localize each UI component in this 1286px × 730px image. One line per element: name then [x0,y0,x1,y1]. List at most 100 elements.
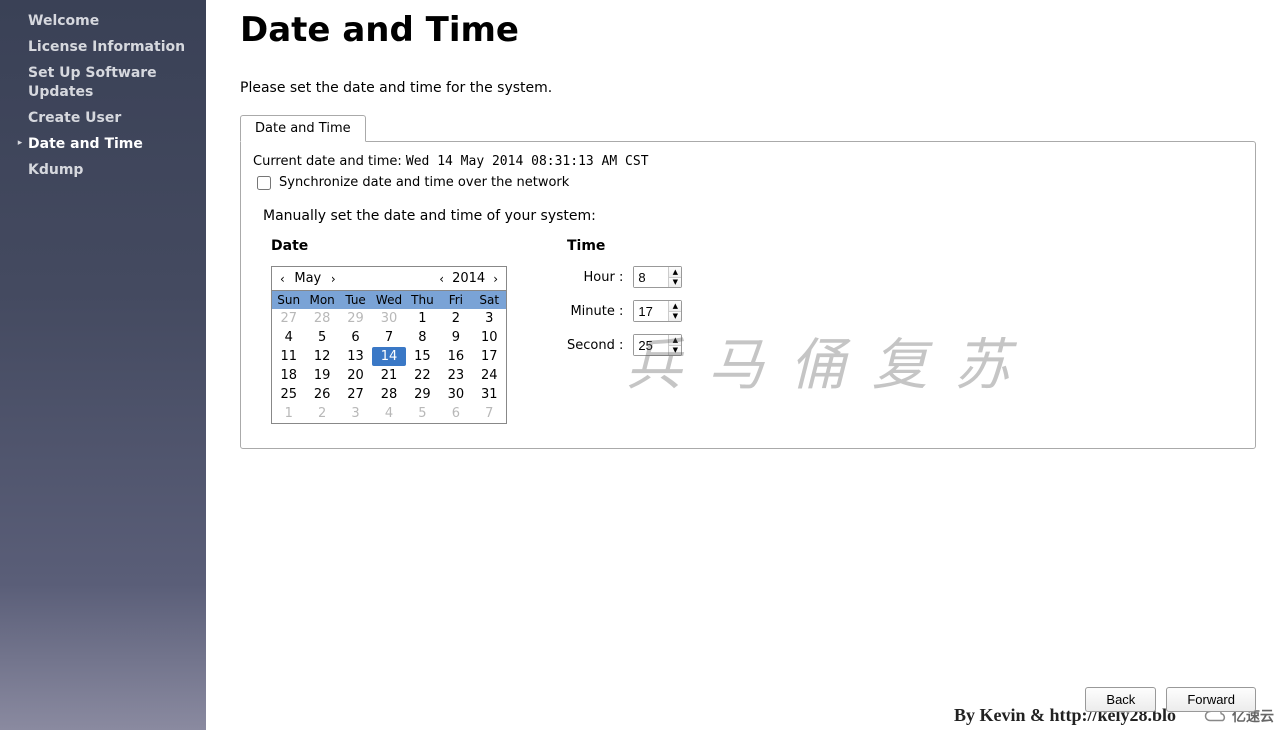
sidebar-item-label: Create User [28,109,121,127]
calendar-day[interactable]: 23 [439,366,472,385]
calendar-day[interactable]: 15 [406,347,439,366]
current-datetime-label: Current date and time: [253,154,406,169]
hour-input[interactable] [634,267,668,287]
sidebar-item-kdump[interactable]: Kdump [12,157,194,183]
sidebar-item-label: Kdump [28,161,83,179]
calendar-day[interactable]: 30 [439,385,472,404]
calendar-dow: Sat [473,290,506,309]
calendar-day[interactable]: 20 [339,366,372,385]
calendar-dow: Tue [339,290,372,309]
calendar: ‹ May › ‹ 2014 › SunMonTueWedThuFri [271,266,507,424]
sidebar-item-license[interactable]: License Information [12,34,194,60]
calendar-day[interactable]: 11 [272,347,305,366]
second-label: Second : [567,338,623,353]
calendar-day[interactable]: 12 [305,347,338,366]
hour-label: Hour : [584,270,624,285]
hour-up-button[interactable]: ▲ [669,267,681,278]
minute-down-button[interactable]: ▼ [669,312,681,322]
calendar-year: 2014 [452,271,485,286]
calendar-dow: Sun [272,290,305,309]
calendar-day[interactable]: 16 [439,347,472,366]
calendar-day[interactable]: 17 [473,347,506,366]
sidebar-item-label: License Information [28,38,185,56]
second-down-button[interactable]: ▼ [669,346,681,356]
time-heading: Time [567,238,682,254]
sidebar-item-label: Date and Time [28,135,143,153]
calendar-day[interactable]: 4 [272,328,305,347]
calendar-day[interactable]: 1 [272,404,305,423]
back-button[interactable]: Back [1085,687,1156,712]
forward-button[interactable]: Forward [1166,687,1256,712]
minute-up-button[interactable]: ▲ [669,301,681,312]
calendar-day[interactable]: 7 [372,328,405,347]
calendar-day[interactable]: 24 [473,366,506,385]
date-time-panel: Current date and time: Wed 14 May 2014 0… [240,141,1256,449]
sidebar-item-date-time[interactable]: ▸Date and Time [12,131,194,157]
current-datetime-value: Wed 14 May 2014 08:31:13 AM CST [406,154,649,169]
chevron-right-icon: ▸ [12,135,28,148]
sidebar-item-create-user[interactable]: Create User [12,105,194,131]
calendar-day[interactable]: 7 [473,404,506,423]
calendar-day[interactable]: 28 [305,309,338,328]
minute-input[interactable] [634,301,668,321]
calendar-dow: Thu [406,290,439,309]
calendar-day[interactable]: 29 [406,385,439,404]
sidebar: Welcome License Information Set Up Softw… [0,0,206,730]
sidebar-item-label: Welcome [28,12,99,30]
prev-month-button[interactable]: ‹ [278,272,287,286]
hour-spinbox: ▲▼ [633,266,682,288]
sidebar-item-updates[interactable]: Set Up Software Updates [12,60,194,104]
minute-spinbox: ▲▼ [633,300,682,322]
calendar-day[interactable]: 3 [339,404,372,423]
second-up-button[interactable]: ▲ [669,335,681,346]
calendar-day[interactable]: 8 [406,328,439,347]
calendar-day[interactable]: 1 [406,309,439,328]
calendar-day[interactable]: 13 [339,347,372,366]
calendar-day[interactable]: 2 [305,404,338,423]
second-spinbox: ▲▼ [633,334,682,356]
calendar-day[interactable]: 3 [473,309,506,328]
current-datetime-line: Current date and time: Wed 14 May 2014 0… [253,154,1243,169]
tab-date-time[interactable]: Date and Time [240,115,366,142]
second-input[interactable] [634,335,668,355]
calendar-day[interactable]: 21 [372,366,405,385]
calendar-month: May [293,271,323,286]
prev-year-button[interactable]: ‹ [437,272,446,286]
calendar-dow: Wed [372,290,405,309]
page-title: Date and Time [240,10,1256,50]
hour-down-button[interactable]: ▼ [669,278,681,288]
next-month-button[interactable]: › [329,272,338,286]
sync-network-label: Synchronize date and time over the netwo… [279,175,569,190]
calendar-day[interactable]: 14 [372,347,405,366]
date-heading: Date [271,238,507,254]
sync-network-checkbox[interactable] [257,176,271,190]
calendar-day[interactable]: 9 [439,328,472,347]
manual-set-label: Manually set the date and time of your s… [263,208,1243,224]
calendar-dow: Mon [305,290,338,309]
calendar-day[interactable]: 30 [372,309,405,328]
calendar-day[interactable]: 6 [339,328,372,347]
calendar-day[interactable]: 10 [473,328,506,347]
minute-label: Minute : [570,304,623,319]
calendar-day[interactable]: 5 [406,404,439,423]
calendar-day[interactable]: 29 [339,309,372,328]
main-content: Date and Time Please set the date and ti… [206,0,1286,730]
page-description: Please set the date and time for the sys… [240,80,1256,96]
calendar-day[interactable]: 18 [272,366,305,385]
calendar-day[interactable]: 6 [439,404,472,423]
calendar-day[interactable]: 27 [339,385,372,404]
calendar-day[interactable]: 2 [439,309,472,328]
calendar-day[interactable]: 4 [372,404,405,423]
next-year-button[interactable]: › [491,272,500,286]
calendar-day[interactable]: 25 [272,385,305,404]
calendar-day[interactable]: 5 [305,328,338,347]
calendar-day[interactable]: 28 [372,385,405,404]
calendar-day[interactable]: 31 [473,385,506,404]
sidebar-item-welcome[interactable]: Welcome [12,8,194,34]
calendar-day[interactable]: 19 [305,366,338,385]
calendar-day[interactable]: 22 [406,366,439,385]
sidebar-item-label: Set Up Software Updates [28,64,194,100]
calendar-dow: Fri [439,290,472,309]
calendar-day[interactable]: 27 [272,309,305,328]
calendar-day[interactable]: 26 [305,385,338,404]
